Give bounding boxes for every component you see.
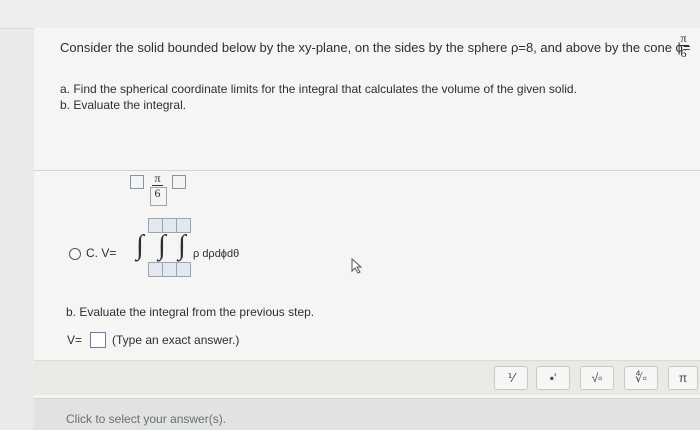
top-strip [0, 0, 700, 29]
lower-limit-box-b[interactable] [162, 262, 177, 277]
lower-limit-box-a[interactable] [148, 262, 163, 277]
mouse-cursor-icon [351, 258, 363, 274]
step-b-prompt: b. Evaluate the integral from the previo… [66, 305, 315, 319]
part-a-text: a. Find the spherical coordinate limits … [60, 82, 577, 96]
integrand-text: ρ dρdϕdθ [193, 248, 240, 260]
footer-text: Click to select your answer(s). [66, 412, 227, 426]
upper-limit-box-3[interactable] [172, 175, 186, 189]
sqrt-button[interactable]: √▫ [580, 366, 614, 390]
integral-sign-3: ∫ [178, 230, 186, 261]
upper-limit-num: π [154, 171, 161, 185]
superscript-button[interactable]: ▪' [536, 366, 570, 390]
part-b-text: b. Evaluate the integral. [60, 98, 187, 112]
cone-numerator: π [680, 31, 687, 45]
nth-root-button[interactable]: ∜▫ [624, 366, 658, 390]
integral-sign-2: ∫ [158, 230, 166, 261]
answer-hint: (Type an exact answer.) [112, 333, 240, 347]
fraction-button[interactable]: ⅟ [494, 366, 528, 390]
question-intro: Consider the solid bounded below by the … [60, 40, 691, 55]
pi-button[interactable]: π [668, 366, 698, 390]
cone-fraction: π 6 [678, 32, 689, 59]
integral-sign-1: ∫ [136, 230, 144, 261]
upper-limit-box-2[interactable] [150, 187, 167, 206]
footer-bar: Click to select your answer(s). [34, 398, 700, 430]
cone-denominator: 6 [680, 46, 687, 60]
option-c-radio[interactable] [69, 248, 81, 260]
question-text: Consider the solid bounded below by the … [60, 40, 690, 55]
option-c-label: C. V= [86, 246, 117, 260]
upper-limit-box-1[interactable] [130, 175, 144, 189]
lower-limit-box-c[interactable] [176, 262, 191, 277]
answer-input-box[interactable] [90, 332, 106, 348]
v-label: V= [67, 333, 83, 347]
section-divider [34, 170, 700, 171]
